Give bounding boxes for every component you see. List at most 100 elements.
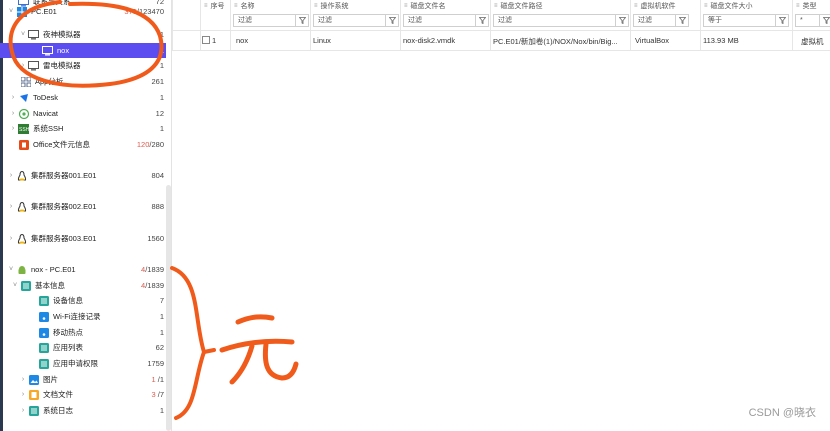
tree-item[interactable]: 设备信息 7: [0, 293, 166, 308]
column-separator[interactable]: [792, 0, 793, 50]
cell-disk-name: nox-disk2.vmdk: [403, 36, 456, 45]
column-separator[interactable]: [400, 0, 401, 50]
chevron-icon[interactable]: ›: [18, 391, 28, 398]
filter-input[interactable]: 过滤: [633, 14, 676, 27]
tree-item[interactable]: ˅ 夜神模拟器 1: [0, 27, 166, 42]
tree-item-count-total: /1: [155, 375, 164, 384]
tree-item[interactable]: › 雷电模拟器 1: [0, 58, 166, 73]
column-filter[interactable]: 过滤: [233, 14, 309, 27]
tree-item[interactable]: › 文档文件 3 /7: [0, 387, 166, 402]
column-header[interactable]: ≡ 虚拟机软件: [634, 0, 676, 11]
chevron-icon[interactable]: ›: [18, 407, 28, 414]
image-icon: [28, 374, 39, 385]
drag-handle-icon[interactable]: ≡: [404, 3, 408, 9]
filter-icon[interactable]: [820, 14, 830, 27]
filter-input[interactable]: 等于: [703, 14, 776, 27]
chevron-icon[interactable]: ›: [6, 172, 16, 179]
drag-handle-icon[interactable]: ≡: [796, 3, 800, 9]
column-separator[interactable]: [230, 0, 231, 50]
row-checkbox[interactable]: [202, 35, 210, 45]
column-header[interactable]: ≡ 磁盘文件路径: [494, 0, 543, 11]
tree-item[interactable]: › SSH 系统SSH 1: [0, 121, 166, 136]
filter-input[interactable]: 过滤: [313, 14, 386, 27]
filter-input[interactable]: 过滤: [403, 14, 476, 27]
tree-item[interactable]: 应用列表 62: [0, 340, 166, 355]
tree-item-count-highlight: 375: [124, 7, 137, 16]
tree-item[interactable]: 应用申请权限 1759: [0, 356, 166, 371]
column-header[interactable]: ≡ 序号: [204, 0, 225, 11]
drag-handle-icon[interactable]: ≡: [494, 3, 498, 9]
tree-item-count-total: /1839: [145, 265, 164, 274]
column-separator[interactable]: [310, 0, 311, 50]
column-filter[interactable]: 过滤: [633, 14, 689, 27]
info-icon: [20, 280, 31, 291]
tree-item[interactable]: › 系统日志 1: [0, 403, 166, 418]
filter-icon[interactable]: [776, 14, 789, 27]
column-header[interactable]: ≡ 磁盘文件名: [404, 0, 446, 11]
tree-item-count: 62: [156, 343, 166, 352]
sidebar-scrollbar[interactable]: [166, 185, 171, 431]
tree-item[interactable]: ˅ PC.E01 375/123470: [0, 4, 166, 19]
drag-handle-icon[interactable]: ≡: [634, 3, 638, 9]
tree-item[interactable]: › ToDesk 1: [0, 90, 166, 105]
navicat-icon: [18, 108, 29, 119]
tree-item-count-total: 1: [159, 46, 164, 55]
chevron-icon[interactable]: ›: [8, 110, 18, 117]
drag-handle-icon[interactable]: ≡: [234, 3, 238, 9]
column-header[interactable]: ≡ 名称: [234, 0, 255, 11]
filter-input[interactable]: 过滤: [493, 14, 616, 27]
filter-icon[interactable]: [476, 14, 489, 27]
filter-icon[interactable]: [386, 14, 399, 27]
linux-icon: [16, 233, 27, 244]
tree-item[interactable]: ˅ 基本信息 4/1839: [0, 278, 166, 293]
tree-item-count-highlight: 120: [136, 140, 150, 149]
tree-item[interactable]: › 图片 1 /1: [0, 372, 166, 387]
column-separator[interactable]: [700, 0, 701, 50]
column-filter[interactable]: 过滤: [493, 14, 629, 27]
column-separator[interactable]: [200, 0, 201, 50]
filter-input[interactable]: *: [795, 14, 820, 27]
chevron-icon[interactable]: ˅: [10, 282, 20, 289]
tree-item-count: 804: [151, 171, 166, 180]
chevron-icon[interactable]: ›: [6, 235, 16, 242]
tree-item[interactable]: › 集群服务器003.E01 1560: [0, 231, 166, 246]
tree-item-label: 系统SSH: [33, 124, 64, 133]
column-filter[interactable]: 过滤: [313, 14, 399, 27]
chevron-icon[interactable]: ›: [18, 376, 28, 383]
chevron-icon[interactable]: ˅: [6, 266, 16, 273]
tree-item[interactable]: › 集群服务器001.E01 804: [0, 168, 166, 183]
svg-text:SSH: SSH: [19, 127, 29, 133]
filter-icon[interactable]: [296, 14, 309, 27]
tree-item[interactable]: App分析 261: [0, 74, 166, 89]
tree-item[interactable]: 移动热点 1: [0, 325, 166, 340]
column-filter[interactable]: *: [795, 14, 830, 27]
column-separator[interactable]: [172, 0, 173, 50]
tree-item[interactable]: Wi-Fi连接记录 1: [0, 309, 166, 324]
chevron-icon[interactable]: ˅: [6, 8, 16, 15]
chevron-icon[interactable]: ›: [8, 94, 18, 101]
tree-item-count: 1: [160, 30, 166, 39]
chevron-icon[interactable]: ˅: [18, 31, 28, 38]
drag-handle-icon[interactable]: ≡: [314, 3, 318, 9]
tree-item[interactable]: nox 1: [0, 43, 166, 58]
monitor-icon: [28, 60, 39, 71]
column-separator[interactable]: [630, 0, 631, 50]
tree-item[interactable]: › 集群服务器002.E01 888: [0, 199, 166, 214]
chevron-icon[interactable]: ›: [18, 62, 28, 69]
chevron-icon[interactable]: ›: [6, 203, 16, 210]
drag-handle-icon[interactable]: ≡: [704, 3, 708, 9]
chevron-icon[interactable]: ›: [8, 125, 18, 132]
tree-item[interactable]: ˅ nox - PC.E01 4/1839: [0, 262, 166, 277]
column-header[interactable]: ≡ 操作系统: [314, 0, 349, 11]
filter-icon[interactable]: [676, 14, 689, 27]
tree-item[interactable]: › Navicat 12: [0, 106, 166, 121]
drag-handle-icon[interactable]: ≡: [204, 3, 208, 9]
column-header[interactable]: ≡ 类型: [796, 0, 817, 11]
filter-icon[interactable]: [616, 14, 629, 27]
filter-input[interactable]: 过滤: [233, 14, 296, 27]
column-filter[interactable]: 等于: [703, 14, 789, 27]
column-header[interactable]: ≡ 磁盘文件大小: [704, 0, 753, 11]
column-filter[interactable]: 过滤: [403, 14, 489, 27]
column-separator[interactable]: [490, 0, 491, 50]
tree-item[interactable]: Office文件元信息 120/280: [0, 137, 166, 152]
